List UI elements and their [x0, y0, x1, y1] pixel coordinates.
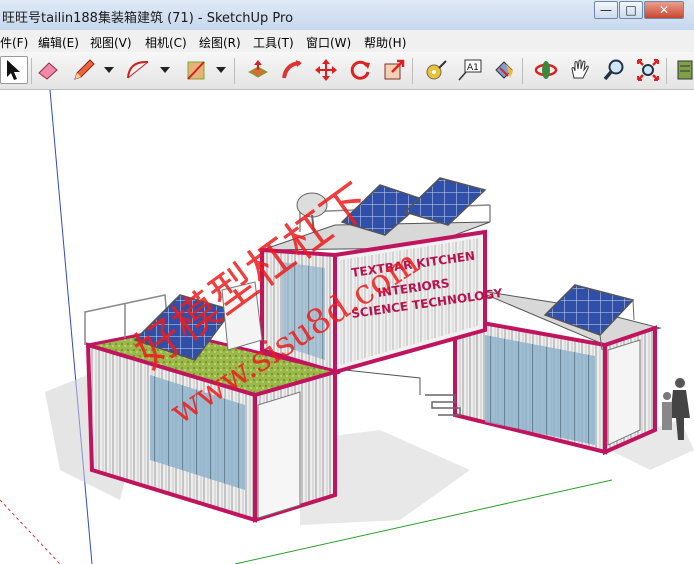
close-button[interactable]: ✕: [644, 1, 684, 19]
rectangle-dropdown[interactable]: [216, 67, 226, 73]
menu-view[interactable]: 视图(V): [90, 34, 132, 51]
menu-draw[interactable]: 绘图(R): [199, 34, 241, 51]
tape-measure-icon[interactable]: [422, 56, 450, 84]
toolbar-separator: [522, 58, 523, 84]
menu-window[interactable]: 窗口(W): [306, 34, 351, 51]
pan-icon[interactable]: [566, 56, 594, 84]
menu-camera[interactable]: 相机(C): [145, 34, 187, 51]
maximize-button[interactable]: □: [619, 1, 643, 19]
pencil-icon[interactable]: [70, 56, 98, 84]
scale-icon[interactable]: [380, 56, 408, 84]
orbit-icon[interactable]: [532, 56, 560, 84]
text-icon[interactable]: A1: [456, 56, 484, 84]
model-scene: TEXTBAR KITCHEN INTERIORS SCIENCE TECHNO…: [0, 90, 694, 564]
zoom-icon[interactable]: [600, 56, 628, 84]
toolbar-separator: [666, 58, 667, 84]
title-bar: 旺旺号tailin188集装箱建筑 (71) - SketchUp Pro — …: [0, 0, 694, 31]
select-icon[interactable]: [0, 56, 28, 84]
rotate-icon[interactable]: [346, 56, 374, 84]
menu-help[interactable]: 帮助(H): [364, 34, 406, 51]
move-icon[interactable]: [312, 56, 340, 84]
eraser-icon[interactable]: [34, 56, 62, 84]
staircase: [344, 369, 461, 416]
rectangle-icon[interactable]: [182, 56, 210, 84]
model-viewport[interactable]: TEXTBAR KITCHEN INTERIORS SCIENCE TECHNO…: [0, 90, 694, 564]
menu-tools[interactable]: 工具(T): [253, 34, 294, 51]
menu-bar: 件(F) 编辑(E) 视图(V) 相机(C) 绘图(R) 工具(T) 窗口(W)…: [0, 30, 694, 53]
menu-edit[interactable]: 编辑(E): [38, 34, 79, 51]
toolbar-separator: [412, 58, 413, 84]
toolbar-separator: [234, 58, 235, 84]
component-icon[interactable]: [672, 56, 694, 84]
pencil-dropdown[interactable]: [104, 67, 114, 73]
arc-icon[interactable]: [124, 56, 152, 84]
follow-me-icon[interactable]: [278, 56, 306, 84]
minimize-button[interactable]: —: [594, 1, 618, 19]
zoom-extents-icon[interactable]: [634, 56, 662, 84]
arc-dropdown[interactable]: [160, 67, 170, 73]
menu-file[interactable]: 件(F): [0, 34, 28, 51]
window-title: 旺旺号tailin188集装箱建筑 (71) - SketchUp Pro: [2, 11, 294, 26]
toolbar: A1: [0, 52, 694, 90]
push-pull-icon[interactable]: [244, 56, 272, 84]
toolbar-separator: [31, 58, 32, 84]
paint-bucket-icon[interactable]: [490, 56, 518, 84]
text-tool-label: A1: [467, 63, 479, 73]
